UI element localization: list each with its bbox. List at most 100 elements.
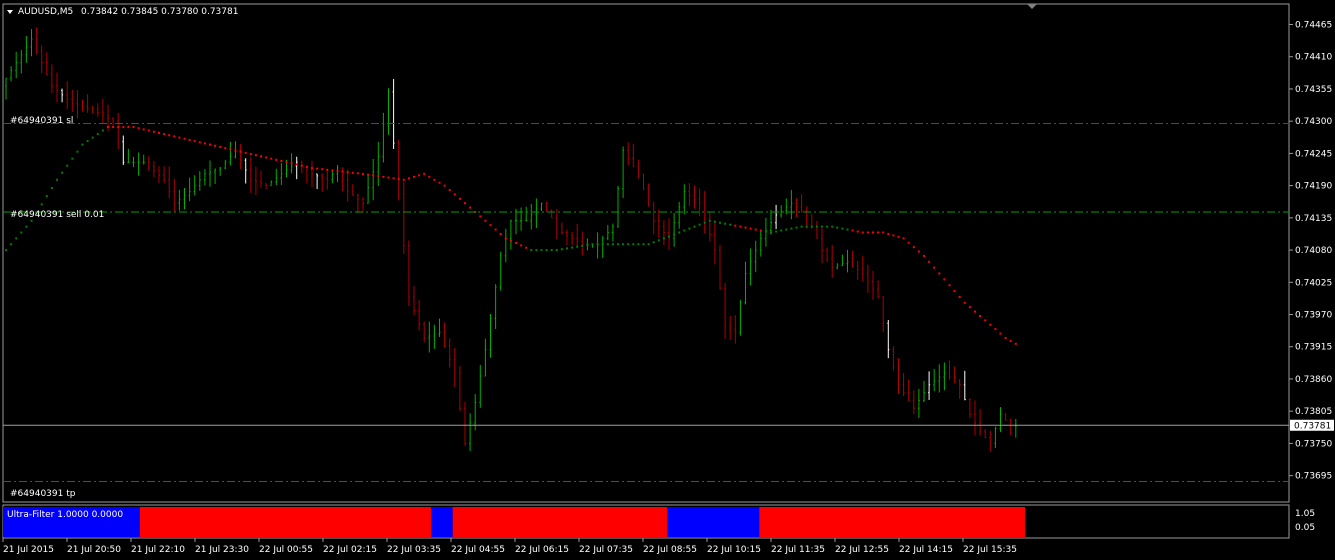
ma-dot	[504, 237, 507, 240]
price-tick-label: 0.74080	[1295, 246, 1332, 256]
price-axis: 0.74465 0.74410 0.74355 0.74300 0.74245 0.741…	[1289, 21, 1332, 482]
ma-dot	[214, 144, 217, 147]
ma-dot	[770, 231, 772, 234]
ma-dot	[392, 177, 395, 180]
ma-dot	[362, 172, 364, 175]
ma-dot	[831, 225, 834, 228]
ma-dot	[724, 222, 727, 225]
ma-dot	[775, 230, 778, 233]
ma-dot	[1009, 339, 1012, 342]
ma-dot	[402, 178, 405, 181]
time-tick-label: 22 Jul 04:55	[451, 545, 505, 555]
ma-dot	[229, 148, 232, 151]
ma-dot	[897, 235, 900, 238]
ma-dot	[76, 150, 79, 153]
price-tick-label: 0.74465	[1295, 21, 1332, 31]
ma-dot	[453, 193, 456, 196]
ma-dot	[678, 231, 681, 234]
ma-dot	[713, 220, 716, 223]
ma-dot	[566, 247, 568, 250]
ma-dot	[1004, 336, 1007, 339]
time-tick-label: 22 Jul 12:55	[835, 545, 889, 555]
ma-dot	[958, 295, 961, 298]
ma-dot	[530, 249, 533, 252]
ma-dot	[239, 150, 242, 153]
ma-dot	[872, 231, 874, 234]
symbol-timeframe: AUDUSD,M5	[18, 7, 73, 17]
ma-dot	[183, 137, 186, 140]
filter-segment-red	[759, 507, 1025, 537]
ma-dot	[387, 176, 390, 179]
filter-segment-blue	[431, 507, 453, 537]
time-tick-label: 21 Jul 20:50	[67, 545, 121, 555]
time-tick-label: 21 Jul 23:30	[195, 545, 249, 555]
ma-dot	[571, 246, 574, 249]
order-lines-layer	[3, 123, 1289, 482]
ma-dot	[989, 323, 992, 326]
indicator-layer	[3, 507, 1025, 537]
ma-dot	[290, 162, 293, 165]
time-tick-label: 22 Jul 00:55	[259, 545, 313, 555]
price-tick-label: 0.73860	[1295, 375, 1332, 385]
ma-dot	[749, 227, 752, 230]
ma-dot	[560, 248, 563, 251]
ma-dot	[719, 221, 721, 224]
time-tick-label: 22 Jul 08:55	[643, 545, 697, 555]
ma-dot	[285, 161, 288, 164]
entry-order-label: #64940391 sell 0.01	[10, 210, 104, 220]
chart-area[interactable]: 0.74465 0.74410 0.74355 0.74300 0.74245 0.741…	[0, 0, 1335, 560]
ma-dot	[846, 228, 849, 231]
time-tick-label: 22 Jul 11:35	[771, 545, 825, 555]
ma-dot	[101, 129, 104, 132]
ma-dot	[668, 235, 670, 238]
price-tick-label: 0.73970	[1295, 311, 1332, 321]
ma-dot	[326, 168, 329, 171]
ma-dot	[193, 140, 196, 143]
price-tick-label: 0.74410	[1295, 53, 1332, 63]
ma-dot	[601, 243, 604, 246]
ma-dot	[270, 157, 273, 160]
ma-dot	[433, 178, 436, 181]
ma-dot	[198, 141, 201, 144]
price-tick-label: 0.73805	[1295, 407, 1332, 417]
time-tick-label: 22 Jul 15:35	[963, 545, 1017, 555]
ma-dot	[943, 278, 946, 281]
ma-dot	[25, 225, 28, 228]
ma-dot	[188, 138, 191, 141]
ma-dot	[887, 232, 890, 235]
ma-dot	[224, 147, 227, 150]
ma-dot	[683, 229, 686, 232]
ma-dot	[576, 245, 579, 248]
ma-dot	[300, 164, 303, 167]
time-tick-label: 22 Jul 03:35	[387, 545, 441, 555]
indicator-scale-low: 0.05	[1295, 523, 1315, 533]
ma-dot	[209, 143, 211, 146]
price-tick-label: 0.74135	[1295, 214, 1332, 224]
ma-dot	[509, 239, 512, 242]
ma-dot	[948, 284, 951, 287]
ma-dot	[367, 173, 370, 176]
ma-dot	[81, 143, 84, 146]
ma-dot	[821, 225, 823, 228]
ma-dot	[260, 155, 262, 158]
ma-dot	[1014, 342, 1017, 345]
ma-dot	[275, 158, 278, 161]
ma-dot	[984, 319, 987, 322]
ma-dot	[464, 202, 466, 205]
ma-dot	[469, 206, 472, 209]
ma-dot	[305, 165, 308, 168]
ma-dot	[20, 231, 23, 234]
ma-dot	[815, 225, 818, 228]
time-tick-label: 21 Jul 2015	[3, 545, 54, 555]
chart-shift-marker-icon[interactable]	[1027, 4, 1037, 9]
ma-dot	[591, 243, 594, 246]
ma-dot	[734, 224, 737, 227]
ma-dot	[249, 152, 252, 155]
ma-dot	[484, 219, 487, 222]
ma-dot	[637, 243, 640, 246]
ma-dot	[535, 249, 538, 252]
ma-dot	[152, 130, 155, 133]
ma-dot	[968, 306, 971, 309]
ma-dot	[892, 234, 895, 237]
symbol-menu-triangle-icon[interactable]	[7, 10, 13, 14]
